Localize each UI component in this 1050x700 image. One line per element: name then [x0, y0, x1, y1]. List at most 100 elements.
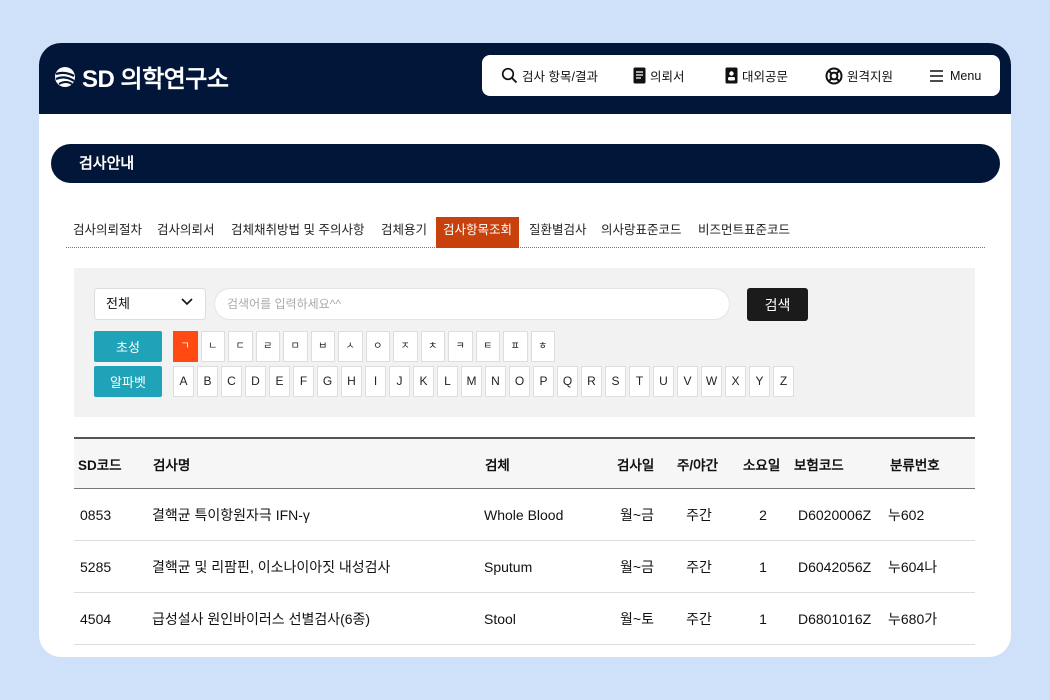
- header-specimen: 검체: [485, 457, 510, 473]
- cell-test-day: 월~금: [620, 506, 654, 523]
- cell-insurance-code: D6801016Z: [798, 610, 872, 627]
- letter-filter[interactable]: R: [581, 366, 602, 397]
- consonant-filter[interactable]: ㅅ: [338, 331, 363, 362]
- nav-official-docs[interactable]: 대외공문: [725, 66, 788, 85]
- consonant-filter[interactable]: ㄱ: [173, 331, 198, 362]
- main-card: SD 의학연구소 검사 항목/결과 의뢰서 대외공문 원격지원 Menu 검사안…: [39, 43, 1011, 657]
- results-table: SD코드 검사명 검체 검사일 주/야간 소요일 보험코드 분류번호 0853 …: [74, 437, 975, 645]
- table-header: SD코드 검사명 검체 검사일 주/야간 소요일 보험코드 분류번호: [74, 437, 975, 489]
- search-panel: 전체 검색 초성 ㄱ ㄴ ㄷ ㄹ ㅁ ㅂ ㅅ ㅇ ㅈ ㅊ ㅋ ㅌ ㅍ ㅎ 알파벳…: [74, 268, 975, 417]
- tab-specimen-container[interactable]: 검체용기: [374, 217, 434, 248]
- header-insurance-code: 보험코드: [794, 457, 844, 473]
- tab-uisarang-code[interactable]: 의사랑표준코드: [594, 217, 689, 248]
- nav-label: 대외공문: [742, 70, 789, 84]
- consonant-filter[interactable]: ㅋ: [448, 331, 473, 362]
- hamburger-menu-icon: [930, 69, 943, 82]
- nav-test-results[interactable]: 검사 항목/결과: [501, 66, 598, 85]
- consonant-filter[interactable]: ㅈ: [393, 331, 418, 362]
- consonant-filter[interactable]: ㅊ: [420, 331, 445, 362]
- letter-filter[interactable]: D: [245, 366, 266, 397]
- search-button[interactable]: 검색: [747, 288, 808, 321]
- cell-insurance-code: D6020006Z: [798, 506, 872, 523]
- tab-specimen-collection[interactable]: 검체채취방법 및 주의사항: [224, 217, 371, 248]
- table-row[interactable]: 0853 결핵균 특이항원자극 IFN-γ Whole Blood 월~금 주간…: [74, 489, 975, 541]
- cell-test-name: 결핵균 특이항원자극 IFN-γ: [152, 506, 310, 523]
- initial-consonant-button[interactable]: 초성: [94, 331, 162, 362]
- letter-filter[interactable]: M: [461, 366, 482, 397]
- consonant-filter[interactable]: ㅌ: [475, 331, 500, 362]
- cell-shift: 주간: [686, 558, 712, 575]
- letter-filter[interactable]: S: [605, 366, 626, 397]
- cell-duration: 1: [759, 558, 767, 575]
- letter-filter[interactable]: N: [485, 366, 506, 397]
- letter-filter[interactable]: Z: [773, 366, 794, 397]
- consonant-filter[interactable]: ㄷ: [228, 331, 253, 362]
- letter-filter[interactable]: J: [389, 366, 410, 397]
- cell-shift: 주간: [686, 506, 712, 523]
- letter-filter[interactable]: V: [677, 366, 698, 397]
- brand-logo[interactable]: SD 의학연구소: [53, 59, 229, 94]
- nav-label: 검사 항목/결과: [522, 70, 598, 84]
- consonant-filter[interactable]: ㄴ: [200, 331, 225, 362]
- nav-label: Menu: [950, 68, 982, 83]
- cell-code: 0853: [80, 506, 112, 523]
- search-input[interactable]: [214, 288, 730, 320]
- logo-globe-icon: [55, 66, 75, 87]
- cell-code: 4504: [80, 610, 112, 627]
- letter-filter[interactable]: F: [293, 366, 314, 397]
- nav-remote-support[interactable]: 원격지원: [825, 66, 893, 85]
- letter-filter[interactable]: H: [341, 366, 362, 397]
- category-select-value: 전체: [106, 296, 130, 311]
- cell-test-day: 월~금: [620, 558, 654, 575]
- tab-bizment-code[interactable]: 비즈먼트표준코드: [691, 217, 797, 248]
- table-row[interactable]: 4504 급성설사 원인바이러스 선별검사(6종) Stool 월~토 주간 1…: [74, 593, 975, 645]
- document-icon: [633, 67, 646, 84]
- letter-filter[interactable]: B: [197, 366, 218, 397]
- letter-filter[interactable]: G: [317, 366, 338, 397]
- letter-filter[interactable]: O: [509, 366, 530, 397]
- cell-test-day: 월~토: [620, 610, 654, 627]
- tab-request-procedure[interactable]: 검사의뢰절차: [66, 217, 149, 248]
- nav-request-form[interactable]: 의뢰서: [633, 66, 685, 85]
- category-select[interactable]: 전체: [94, 288, 206, 320]
- cell-duration: 2: [759, 506, 767, 523]
- letter-filter[interactable]: E: [269, 366, 290, 397]
- letter-filter[interactable]: K: [413, 366, 434, 397]
- badge-icon: [725, 67, 738, 84]
- cell-test-name: 급성설사 원인바이러스 선별검사(6종): [152, 610, 371, 627]
- letter-filter[interactable]: A: [173, 366, 194, 397]
- chevron-down-icon: [181, 298, 193, 306]
- letter-filter[interactable]: T: [629, 366, 650, 397]
- tab-request-form[interactable]: 검사의뢰서: [150, 217, 222, 248]
- tab-test-item-search[interactable]: 검사항목조회: [436, 217, 520, 248]
- cell-specimen: Whole Blood: [484, 506, 564, 523]
- nav-label: 의뢰서: [650, 70, 685, 84]
- letter-filter[interactable]: W: [701, 366, 722, 397]
- nav-menu[interactable]: Menu: [930, 69, 981, 83]
- consonant-filter[interactable]: ㅂ: [310, 331, 335, 362]
- letter-filter[interactable]: X: [725, 366, 746, 397]
- cell-category-number: 누604나: [888, 558, 938, 575]
- letter-filter[interactable]: U: [653, 366, 674, 397]
- consonant-filter[interactable]: ㄹ: [255, 331, 280, 362]
- consonant-filter[interactable]: ㅇ: [365, 331, 390, 362]
- letter-filter[interactable]: Q: [557, 366, 578, 397]
- letter-filter[interactable]: L: [437, 366, 458, 397]
- letter-filter[interactable]: Y: [749, 366, 770, 397]
- table-row[interactable]: 5285 결핵균 및 리팜핀, 이소나이아짓 내성검사 Sputum 월~금 주…: [74, 541, 975, 593]
- letter-filter[interactable]: C: [221, 366, 242, 397]
- consonant-filter[interactable]: ㅁ: [283, 331, 308, 362]
- letter-filter[interactable]: I: [365, 366, 386, 397]
- cell-insurance-code: D6042056Z: [798, 558, 872, 575]
- consonant-list: ㄱ ㄴ ㄷ ㄹ ㅁ ㅂ ㅅ ㅇ ㅈ ㅊ ㅋ ㅌ ㅍ ㅎ: [173, 331, 555, 362]
- letter-filter[interactable]: P: [533, 366, 554, 397]
- nav-label: 원격지원: [847, 70, 894, 84]
- consonant-filter[interactable]: ㅍ: [503, 331, 528, 362]
- cell-category-number: 누602: [888, 506, 925, 523]
- header-category-number: 분류번호: [890, 457, 940, 473]
- consonant-filter[interactable]: ㅎ: [530, 331, 555, 362]
- alphabet-button[interactable]: 알파벳: [94, 366, 162, 397]
- tab-disease-tests[interactable]: 질환별검사: [522, 217, 594, 248]
- header-sd-code: SD코드: [78, 457, 122, 473]
- cell-specimen: Sputum: [484, 558, 533, 575]
